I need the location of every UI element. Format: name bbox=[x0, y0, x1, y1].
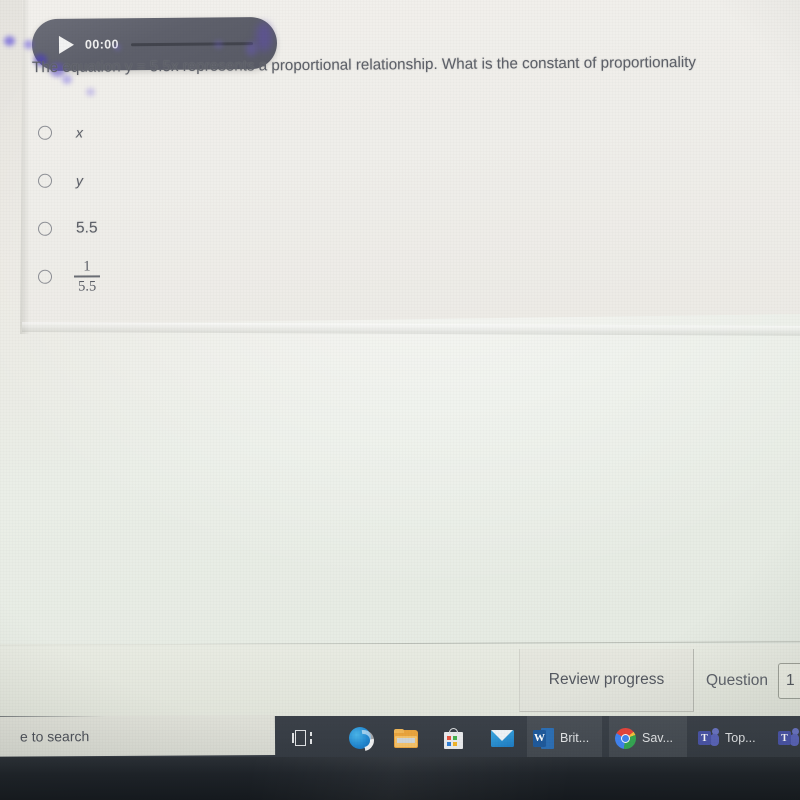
taskbar-word-button[interactable]: W Brit... bbox=[527, 716, 602, 760]
answer-choice-c-label: 5.5 bbox=[75, 219, 98, 237]
teams-icon: T bbox=[698, 728, 719, 748]
windows-taskbar: e to search W Brit... Sav... T Top... T bbox=[0, 714, 800, 760]
taskbar-teams-button[interactable]: T Top... bbox=[692, 716, 764, 760]
teams-icon-letter: T bbox=[698, 731, 711, 745]
taskbar-chrome-label: Sav... bbox=[642, 731, 674, 745]
microsoft-store-icon bbox=[443, 727, 464, 749]
answer-choice-b[interactable]: y bbox=[0, 151, 800, 205]
taskbar-word-label: Brit... bbox=[560, 731, 590, 745]
radio-button-c[interactable] bbox=[37, 221, 53, 236]
review-progress-button[interactable]: Review progress bbox=[519, 649, 694, 712]
teams-icon-letter: T bbox=[778, 731, 791, 745]
screen-bezel bbox=[0, 757, 800, 800]
fraction-denominator: 5.5 bbox=[78, 278, 97, 295]
radio-button-d[interactable] bbox=[37, 269, 53, 284]
teams-icon: T bbox=[778, 728, 799, 748]
taskbar-chrome-button[interactable]: Sav... bbox=[609, 716, 687, 760]
taskbar-edge-button[interactable] bbox=[343, 716, 377, 760]
answer-choice-a-label: x bbox=[75, 124, 84, 141]
taskbar-search-box[interactable]: e to search bbox=[0, 714, 276, 758]
taskbar-teams-label: Top... bbox=[725, 731, 756, 745]
chrome-icon bbox=[615, 727, 636, 749]
audio-time-label: 00:00 bbox=[84, 37, 120, 52]
question-number-input[interactable]: 1 bbox=[778, 662, 800, 699]
radio-button-a[interactable] bbox=[37, 125, 53, 140]
task-view-button[interactable] bbox=[286, 716, 318, 760]
answer-choice-a[interactable]: x bbox=[0, 103, 800, 157]
answer-choices-list: x y 5.5 1 5.5 bbox=[0, 106, 800, 298]
quiz-toolbar: Review progress Question 1 bbox=[0, 644, 800, 716]
answer-choice-d-fraction: 1 5.5 bbox=[74, 258, 101, 295]
mail-icon bbox=[491, 729, 514, 747]
answer-choice-b-label: y bbox=[75, 172, 84, 189]
file-explorer-icon bbox=[394, 728, 418, 748]
edge-icon bbox=[349, 727, 371, 749]
search-placeholder-text: e to search bbox=[19, 728, 90, 745]
word-icon: W bbox=[533, 727, 554, 749]
word-icon-letter: W bbox=[533, 729, 546, 747]
taskbar-microsoft-store-button[interactable] bbox=[437, 716, 470, 760]
answer-choice-c[interactable]: 5.5 bbox=[0, 199, 800, 253]
taskbar-mail-button[interactable] bbox=[485, 716, 520, 760]
audio-progress-bar[interactable] bbox=[130, 41, 254, 46]
fraction-numerator: 1 bbox=[83, 258, 91, 275]
taskbar-file-explorer-button[interactable] bbox=[388, 716, 424, 760]
play-icon[interactable] bbox=[58, 35, 75, 54]
radio-button-b[interactable] bbox=[37, 173, 53, 188]
answer-choice-d[interactable]: 1 5.5 bbox=[0, 247, 800, 301]
taskbar-teams-secondary-button[interactable]: T bbox=[772, 716, 800, 760]
question-navigator: Question 1 bbox=[706, 649, 800, 712]
question-label: Question bbox=[706, 671, 769, 689]
fraction-bar bbox=[74, 275, 101, 278]
task-view-icon bbox=[292, 730, 312, 746]
